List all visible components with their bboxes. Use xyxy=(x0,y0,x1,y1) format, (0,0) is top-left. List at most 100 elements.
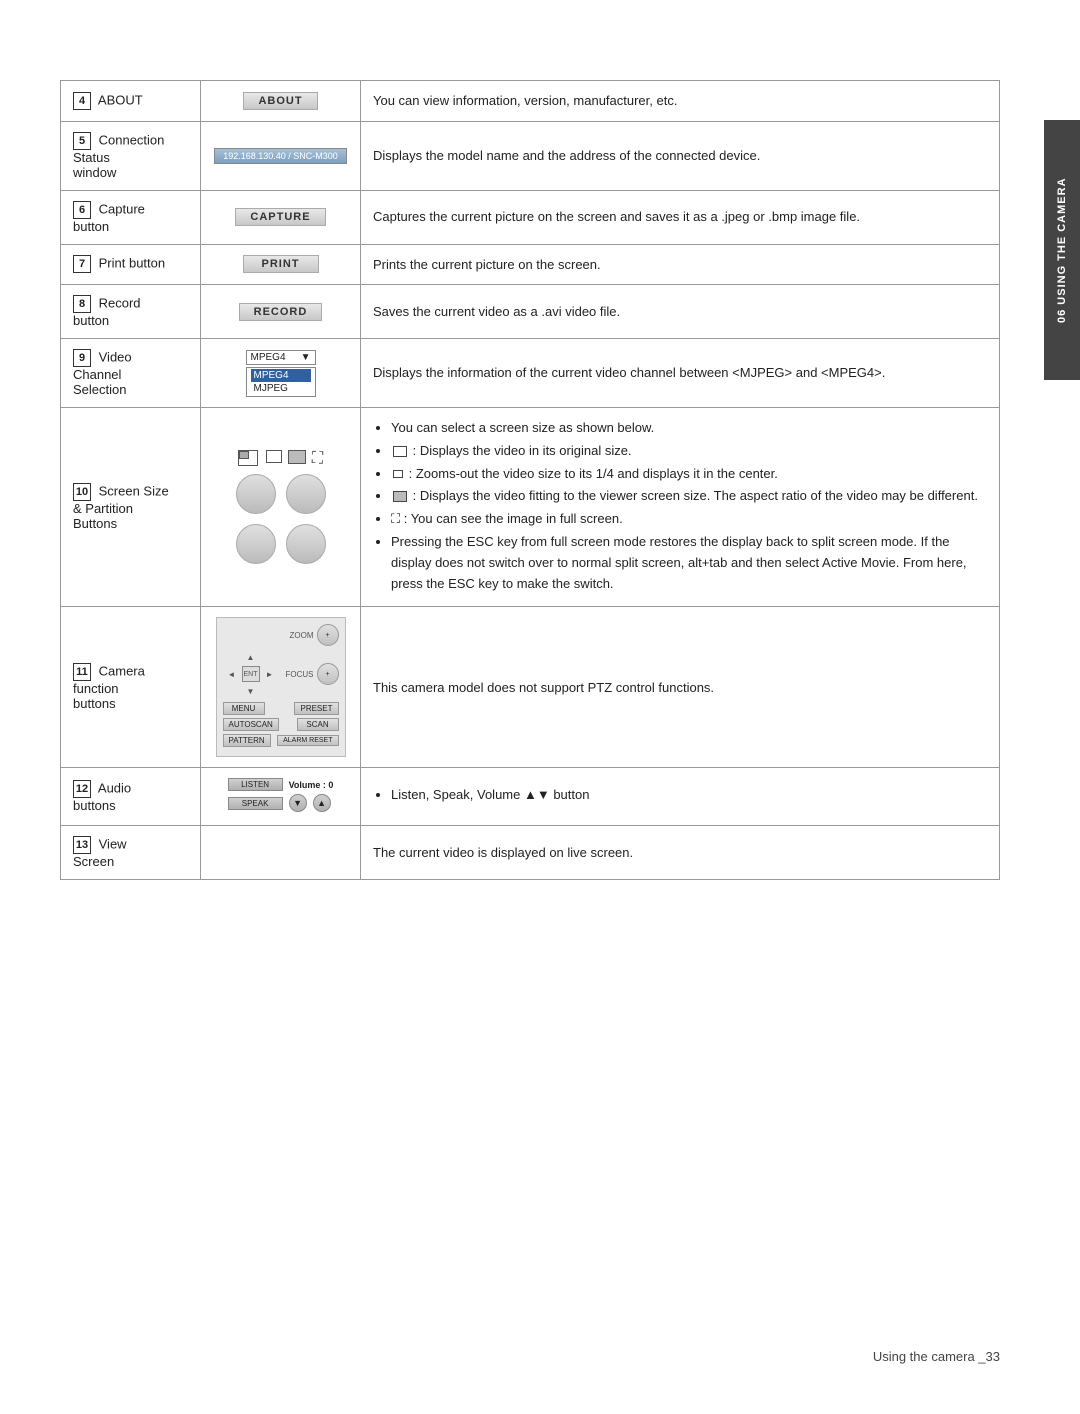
nav-empty-1 xyxy=(223,649,241,665)
small-size-icon xyxy=(266,450,282,463)
video-select-value: MPEG4 xyxy=(251,352,286,363)
screen-size-bullets: You can select a screen size as shown be… xyxy=(373,418,987,594)
row-ui-capture: CAPTURE xyxy=(201,190,361,244)
focus-label: FOCUS xyxy=(286,670,314,679)
audio-bullets: Listen, Speak, Volume ▲▼ button xyxy=(373,785,987,806)
alarm-reset-button[interactable]: ALARM RESET xyxy=(277,735,338,746)
nav-empty-2 xyxy=(261,649,279,665)
vol-down-button[interactable]: ▼ xyxy=(289,794,307,812)
video-select-box[interactable]: MPEG4 ▼ xyxy=(246,350,316,365)
num-badge-9: 9 xyxy=(73,349,91,367)
small-icon xyxy=(393,470,403,478)
desc-camera-func: This camera model does not support PTZ c… xyxy=(373,680,714,695)
side-tab: 06 USING THE CAMERA xyxy=(1044,120,1080,380)
desc-record: Saves the current video as a .avi video … xyxy=(373,304,620,319)
screen-size-icons-row: ⛶ xyxy=(213,450,348,468)
inner-frame-icon xyxy=(239,451,249,459)
vol-up-button[interactable]: ▲ xyxy=(313,794,331,812)
table-row: 4 ABOUT ABOUT You can view information, … xyxy=(61,81,1000,122)
bullet-2: : Displays the video in its original siz… xyxy=(391,441,987,462)
nav-up-btn[interactable]: ▲ xyxy=(242,649,260,665)
video-option-mpeg4[interactable]: MPEG4 xyxy=(251,369,311,382)
screen-btn-fullscreen[interactable] xyxy=(286,524,326,564)
row-label-record: 8 Recordbutton xyxy=(61,285,201,339)
fullscreen-icon: ⛶ xyxy=(312,450,323,468)
record-button[interactable]: RECORD xyxy=(239,303,323,321)
icon-small-size xyxy=(266,450,282,468)
table-row: 13 ViewScreen The current video is displ… xyxy=(61,826,1000,880)
table-row: 9 VideoChannelSelection MPEG4 ▼ MPEG4 MJ… xyxy=(61,339,1000,408)
video-dropdown: MPEG4 MJPEG xyxy=(246,367,316,397)
fit-icon xyxy=(393,491,407,502)
side-tab-label: 06 USING THE CAMERA xyxy=(1056,177,1068,323)
capture-button[interactable]: CAPTURE xyxy=(235,208,325,226)
row-ui-audio: LISTEN Volume : 0 SPEAK ▼ ▲ xyxy=(201,768,361,826)
label-print: Print button xyxy=(99,256,166,271)
bullet-1: You can select a screen size as shown be… xyxy=(391,418,987,439)
row-label-audio: 12 Audiobuttons xyxy=(61,768,201,826)
nav-empty-3 xyxy=(223,683,241,699)
video-channel-select[interactable]: MPEG4 ▼ MPEG4 MJPEG xyxy=(246,350,316,397)
row-label-about: 4 ABOUT xyxy=(61,81,201,122)
row-label-print: 7 Print button xyxy=(61,244,201,285)
row-desc-camera-func: This camera model does not support PTZ c… xyxy=(361,607,1000,768)
original-size-icon xyxy=(238,450,260,468)
row-ui-connection: 192.168.130.40 / SNC-M300 xyxy=(201,121,361,190)
table-row: 5 ConnectionStatuswindow 192.168.130.40 … xyxy=(61,121,1000,190)
pattern-button[interactable]: PATTERN xyxy=(223,734,271,747)
footer-text: Using the camera _33 xyxy=(873,1349,1000,1364)
cam-menu-row: MENU PRESET xyxy=(223,702,339,715)
listen-button[interactable]: LISTEN xyxy=(228,778,283,791)
row-desc-view-screen: The current video is displayed on live s… xyxy=(361,826,1000,880)
num-badge-8: 8 xyxy=(73,295,91,313)
speak-button[interactable]: SPEAK xyxy=(228,797,283,810)
preset-button[interactable]: PRESET xyxy=(294,702,338,715)
row-desc-print: Prints the current picture on the screen… xyxy=(361,244,1000,285)
bullet-5: ⛶ : You can see the image in full screen… xyxy=(391,509,987,530)
row-ui-camera-func: ZOOM + ▲ ◄ ENT ► xyxy=(201,607,361,768)
about-button[interactable]: ABOUT xyxy=(243,92,317,110)
row-ui-view-screen xyxy=(201,826,361,880)
scan-button[interactable]: SCAN xyxy=(297,718,339,731)
page-container: 06 USING THE CAMERA 4 ABOUT ABOUT You ca… xyxy=(0,0,1080,1414)
autoscan-button[interactable]: AUTOSCAN xyxy=(223,718,279,731)
bullet-6: Pressing the ESC key from full screen mo… xyxy=(391,532,987,594)
nav-right-btn[interactable]: ► xyxy=(261,666,279,682)
video-option-mjpeg[interactable]: MJPEG xyxy=(251,382,311,395)
num-badge-5: 5 xyxy=(73,132,91,150)
table-row: 6 Capturebutton CAPTURE Captures the cur… xyxy=(61,190,1000,244)
print-button[interactable]: PRINT xyxy=(243,255,319,273)
num-badge-6: 6 xyxy=(73,201,91,219)
row-label-connection: 5 ConnectionStatuswindow xyxy=(61,121,201,190)
menu-button[interactable]: MENU xyxy=(223,702,265,715)
row-label-screen-size: 10 Screen Size& PartitionButtons xyxy=(61,408,201,607)
row-ui-screen-size: ⛶ xyxy=(201,408,361,607)
orig-size-icon xyxy=(393,446,407,457)
table-row: 12 Audiobuttons LISTEN Volume : 0 SPEAK … xyxy=(61,768,1000,826)
camera-function-panel: ZOOM + ▲ ◄ ENT ► xyxy=(216,617,346,757)
screen-btn-small[interactable] xyxy=(286,474,326,514)
focus-circle[interactable]: + xyxy=(317,663,339,685)
nav-left-btn[interactable]: ◄ xyxy=(223,666,241,682)
row-desc-screen-size: You can select a screen size as shown be… xyxy=(361,408,1000,607)
num-badge-12: 12 xyxy=(73,780,91,798)
screen-btn-fit[interactable] xyxy=(236,524,276,564)
volume-label: Volume : 0 xyxy=(289,780,334,790)
footer: Using the camera _33 xyxy=(873,1349,1000,1364)
nav-enter-btn[interactable]: ENT xyxy=(242,666,260,682)
fit-size-icon xyxy=(288,450,306,464)
row-desc-capture: Captures the current picture on the scre… xyxy=(361,190,1000,244)
nav-down-btn[interactable]: ▼ xyxy=(242,683,260,699)
cam-enter-row: ▲ ◄ ENT ► ▼ FOCUS + xyxy=(223,649,339,699)
connection-bar: 192.168.130.40 / SNC-M300 xyxy=(214,148,347,164)
desc-video-channel: Displays the information of the current … xyxy=(373,365,885,380)
row-ui-video-channel: MPEG4 ▼ MPEG4 MJPEG xyxy=(201,339,361,408)
audio-bullet-1: Listen, Speak, Volume ▲▼ button xyxy=(391,785,987,806)
zoom-circle[interactable]: + xyxy=(317,624,339,646)
row-ui-print: PRINT xyxy=(201,244,361,285)
row-label-video-channel: 9 VideoChannelSelection xyxy=(61,339,201,408)
label-about: ABOUT xyxy=(98,92,143,107)
desc-about: You can view information, version, manuf… xyxy=(373,93,677,108)
desc-print: Prints the current picture on the screen… xyxy=(373,257,601,272)
screen-btn-original[interactable] xyxy=(236,474,276,514)
